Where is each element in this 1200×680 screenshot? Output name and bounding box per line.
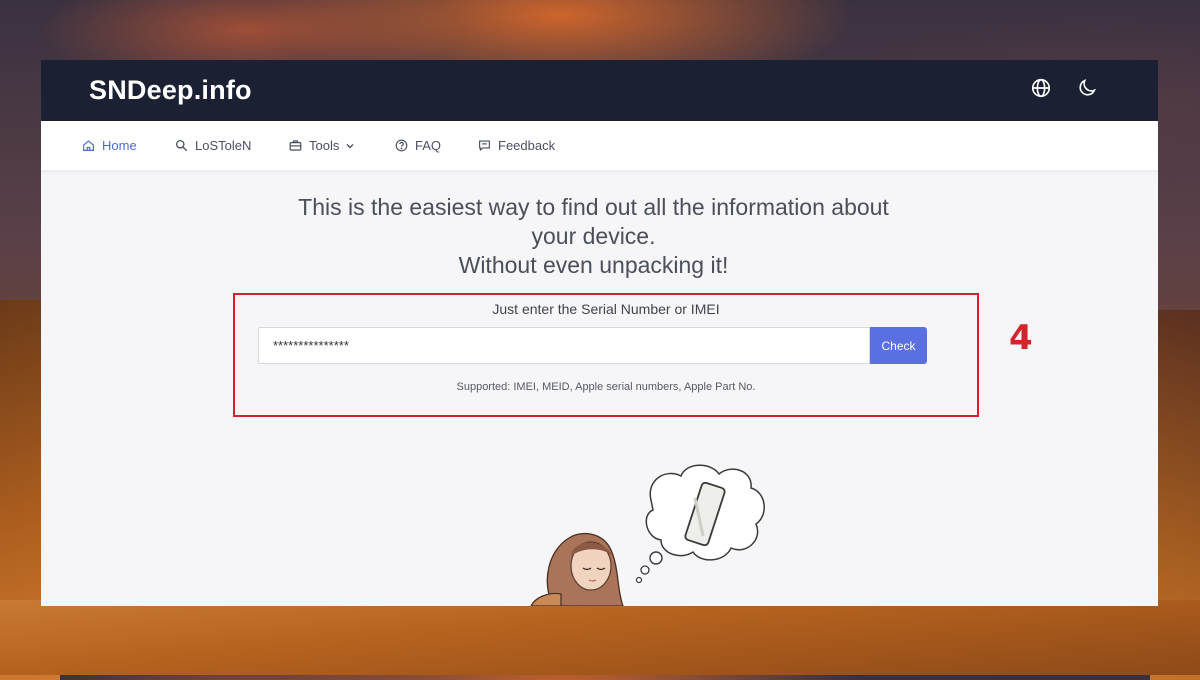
nav-item-lostolen[interactable]: LoSToleN <box>175 121 251 170</box>
chat-icon <box>479 140 490 152</box>
nav-label-lostolen: LoSToleN <box>195 138 252 153</box>
site-logo[interactable]: SNDeep.info <box>89 75 252 106</box>
nav-item-tools[interactable]: Tools <box>289 121 355 170</box>
nav-label-tools: Tools <box>309 138 340 153</box>
hero-line-2: your device. <box>531 223 656 249</box>
search-icon <box>175 139 188 152</box>
nav-item-faq[interactable]: FAQ <box>395 121 441 170</box>
globe-icon[interactable] <box>1030 77 1052 99</box>
moon-icon[interactable] <box>1076 77 1098 99</box>
question-icon <box>395 139 408 152</box>
check-button[interactable]: Check <box>870 327 927 364</box>
browser-page: SNDeep.info Home LoSToleN Tools FAQ Feed… <box>41 60 1158 606</box>
top-header: SNDeep.info <box>41 60 1158 121</box>
hero-line-3: Without even unpacking it! <box>458 252 729 278</box>
toolbox-icon <box>289 140 302 151</box>
nav-label-faq: FAQ <box>415 138 442 153</box>
nav-item-home[interactable]: Home <box>82 121 137 170</box>
serial-input-label: Just enter the Serial Number or IMEI <box>492 301 720 317</box>
supported-formats-text: Supported: IMEI, MEID, Apple serial numb… <box>456 381 756 393</box>
desert-background-bottom <box>0 600 1200 675</box>
hero-heading: This is the easiest way to find out all … <box>261 193 926 280</box>
nav-item-feedback[interactable]: Feedback <box>478 121 555 170</box>
girl-thinking-illustration <box>530 464 765 606</box>
nav-label-feedback: Feedback <box>498 138 556 153</box>
nav-label-home: Home <box>102 138 137 153</box>
nav-bar: Home LoSToleN Tools FAQ Feedback <box>41 121 1158 170</box>
hero-line-1: This is the easiest way to find out all … <box>298 194 889 220</box>
chevron-down-icon <box>346 143 354 148</box>
step-number-annotation: 4 <box>1009 318 1033 358</box>
serial-input[interactable] <box>258 327 870 364</box>
home-icon <box>83 140 94 151</box>
